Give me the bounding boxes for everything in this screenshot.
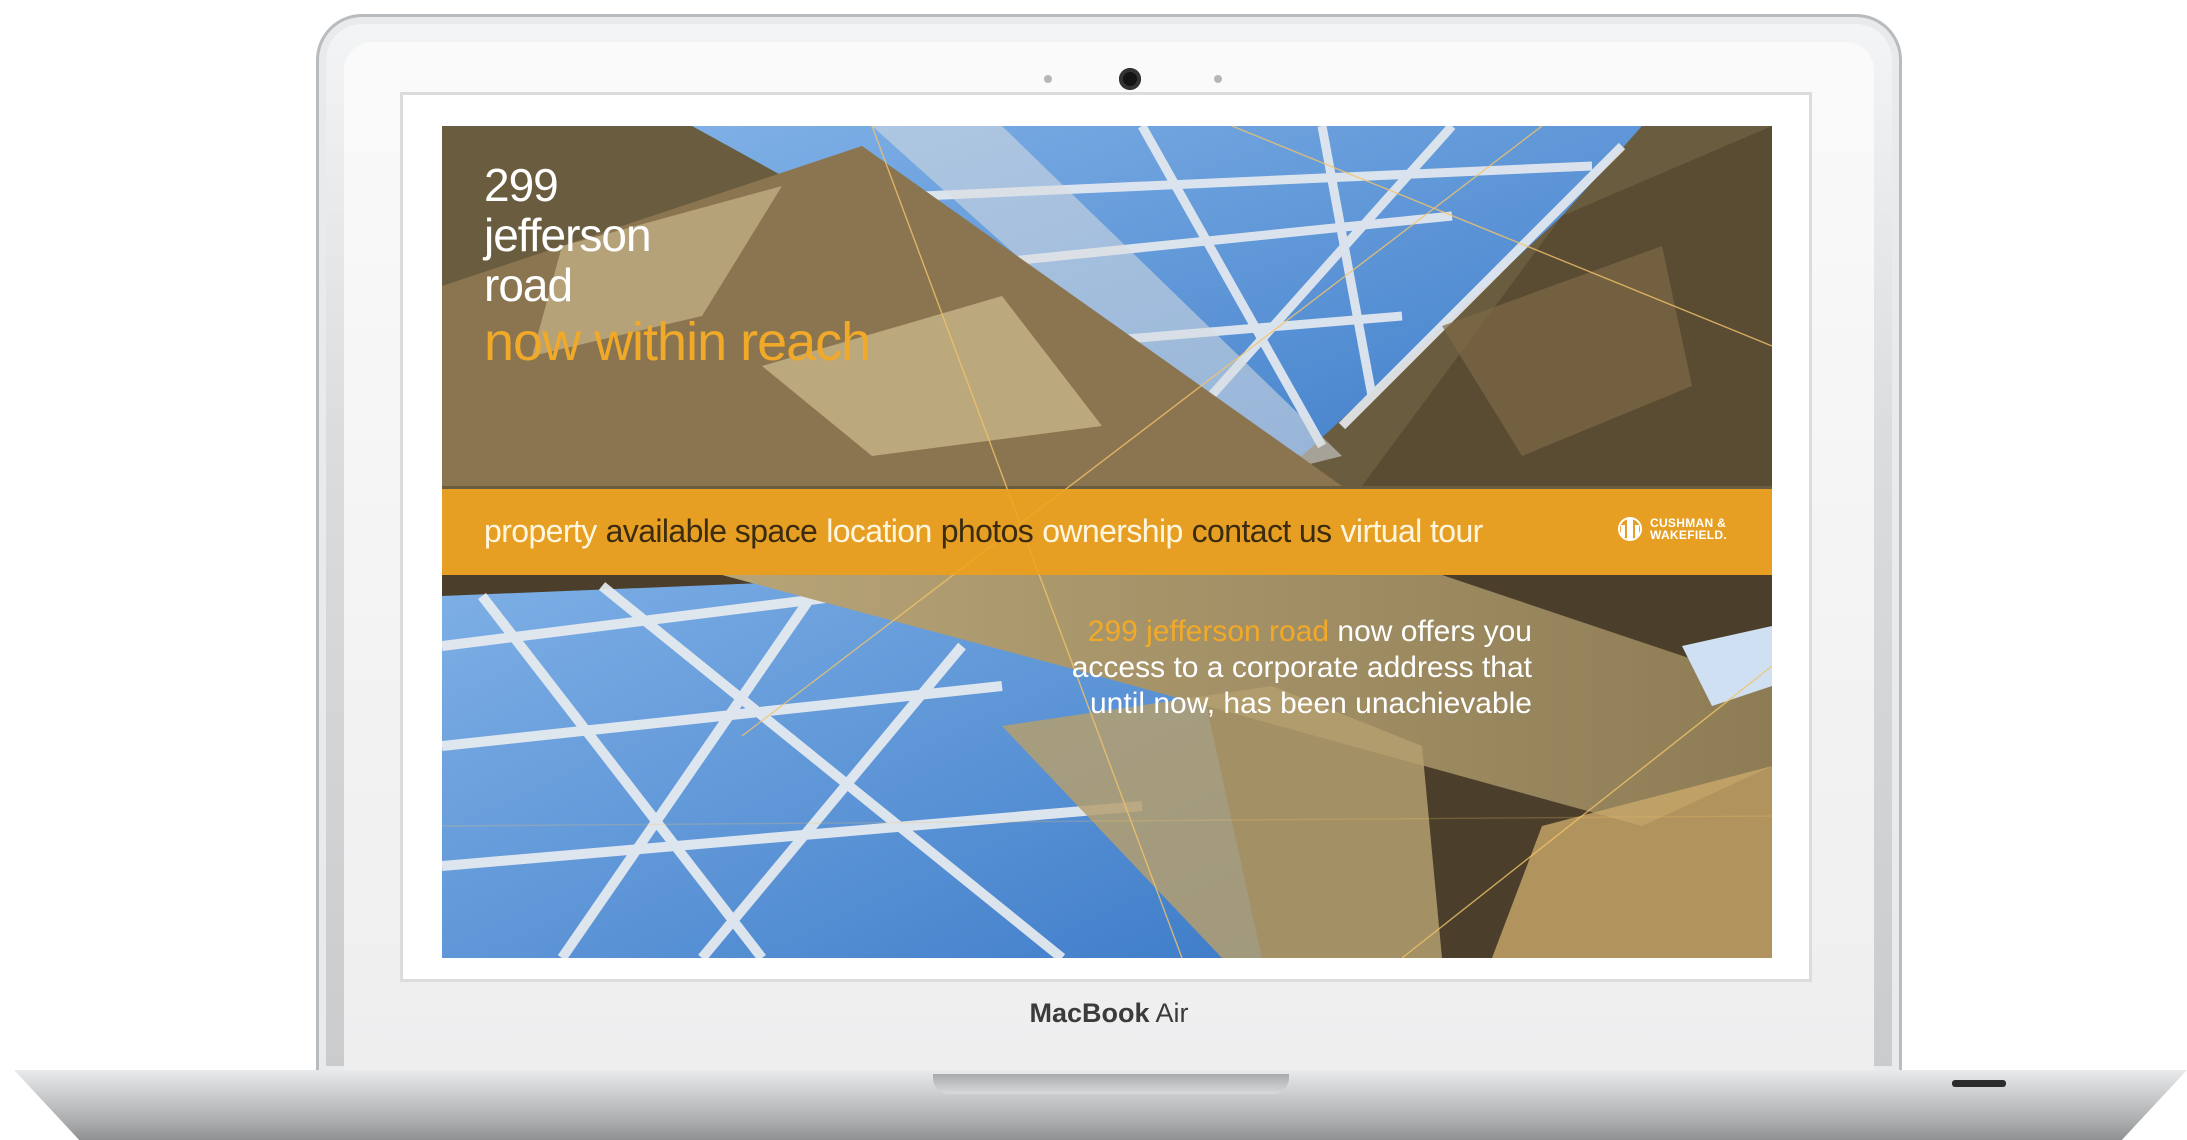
title-line-street: jefferson xyxy=(484,209,652,261)
main-navigation: property available space location photos own… xyxy=(484,509,1492,553)
side-port xyxy=(1952,1080,2006,1087)
logo-line-2: WAKEFIELD. xyxy=(1650,528,1727,542)
hero-tagline: now within reach xyxy=(484,312,871,372)
nav-link-available-space[interactable]: available space xyxy=(606,513,818,549)
intro-highlight: 299 jefferson road xyxy=(1087,615,1330,648)
title-line-road: road xyxy=(484,259,573,311)
lid-opening-notch xyxy=(933,1074,1289,1094)
logo-wordmark: CUSHMAN & WAKEFIELD. xyxy=(1650,517,1727,541)
intro-statement: 299 jefferson road now offers you access… xyxy=(1012,614,1532,722)
laptop-screen: 299 jefferson road now within reach prop… xyxy=(400,92,1812,982)
website-hero: 299 jefferson road now within reach prop… xyxy=(442,126,1772,958)
main-navigation-bar: property available space location photos own… xyxy=(442,489,1772,575)
nav-link-ownership[interactable]: ownership xyxy=(1042,513,1183,549)
nav-link-property[interactable]: property xyxy=(484,513,597,549)
title-line-number: 299 xyxy=(484,159,559,211)
building-globe-icon xyxy=(1618,517,1642,541)
hero-title: 299 jefferson road now within reach xyxy=(484,159,871,372)
nav-link-location[interactable]: location xyxy=(826,513,932,549)
nav-link-photos[interactable]: photos xyxy=(941,513,1034,549)
camera-indicator xyxy=(1214,75,1222,83)
nav-link-virtual-tour[interactable]: virtual tour xyxy=(1341,513,1484,549)
nav-link-contact-us[interactable]: contact us xyxy=(1192,513,1332,549)
cushman-wakefield-logo[interactable]: CUSHMAN & WAKEFIELD. xyxy=(1617,515,1727,543)
webcam xyxy=(1119,68,1141,90)
ambient-light-sensor xyxy=(1044,75,1052,83)
device-brand-label: MacBook Air xyxy=(1029,998,1189,1028)
